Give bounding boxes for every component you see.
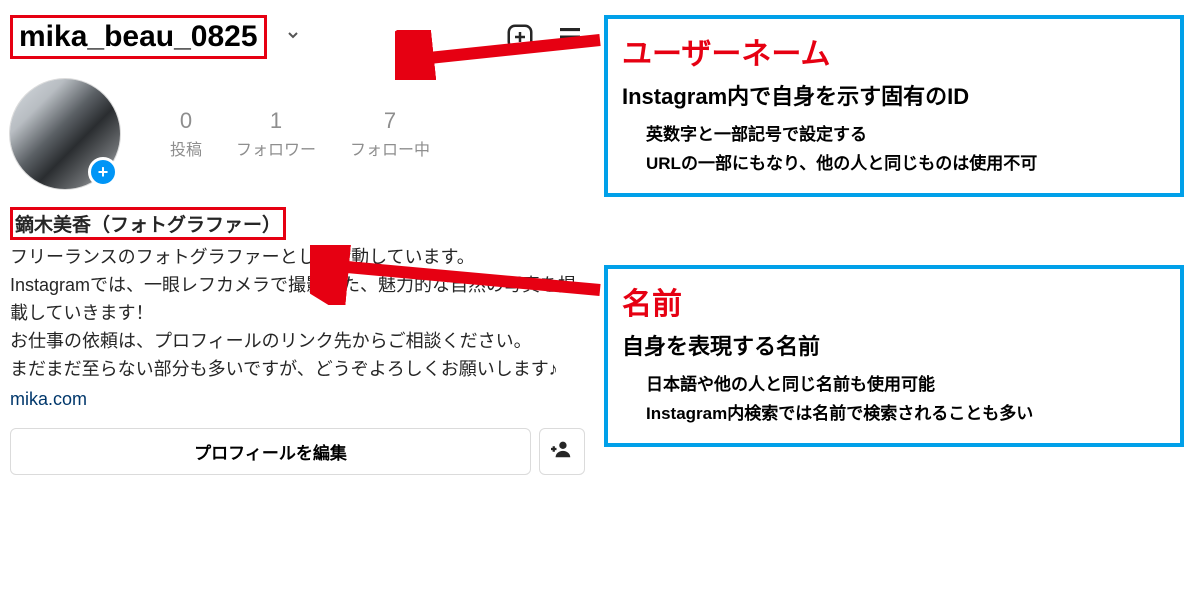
annotation-title: ユーザーネーム [622,29,1166,73]
display-name: 鏑木美香（フォトグラファー） [10,207,286,240]
annotation-note: Instagram内検索では名前で検索されることも多い [646,400,1166,429]
username-text: mika_beau_0825 [19,20,258,54]
add-person-icon [551,438,573,465]
following-label: フォロー中 [350,136,430,160]
chevron-down-icon[interactable] [285,27,301,48]
bio-line: Instagramでは、一眼レフカメラで撮影した、魅力的な自然の写真を掲載してい… [10,272,585,328]
followers-count: 1 [236,108,316,134]
profile-link[interactable]: mika.com [10,389,585,410]
annotation-note: URLの一部にもなり、他の人と同じものは使用不可 [646,150,1166,179]
bio-line: まだまだ至らない部分も多いですが、どうぞよろしくお願いします♪ [10,356,585,384]
discover-people-button[interactable] [539,428,585,475]
followers-stat[interactable]: 1 フォロワー [236,108,316,160]
posts-stat[interactable]: 0 投稿 [170,108,202,160]
action-buttons: プロフィールを編集 [10,428,585,475]
create-post-icon[interactable] [505,22,535,52]
add-story-icon[interactable]: + [88,157,118,187]
profile-header: mika_beau_0825 [10,15,585,59]
display-name-text: 鏑木美香（フォトグラファー） [15,215,281,236]
followers-label: フォロワー [236,136,316,160]
stats: 0 投稿 1 フォロワー 7 フォロー中 [170,108,430,160]
bio-line: フリーランスのフォトグラファーとして活動しています。 [10,244,585,272]
bio: フリーランスのフォトグラファーとして活動しています。 Instagramでは、一… [10,244,585,383]
stats-row: + 0 投稿 1 フォロワー 7 フォロー中 [10,79,585,189]
annotation-title: 名前 [622,279,1166,323]
edit-profile-button[interactable]: プロフィールを編集 [10,428,531,475]
annotation-subtitle: 自身を表現する名前 [622,329,1166,361]
following-stat[interactable]: 7 フォロー中 [350,108,430,160]
annotation-name: 名前 自身を表現する名前 日本語や他の人と同じ名前も使用可能 Instagram… [604,265,1184,447]
hamburger-menu-icon[interactable] [555,22,585,52]
annotation-subtitle: Instagram内で自身を示す固有のID [622,79,1166,111]
annotation-note: 日本語や他の人と同じ名前も使用可能 [646,371,1166,400]
profile-panel: mika_beau_0825 [10,15,585,475]
following-count: 7 [350,108,430,134]
posts-count: 0 [170,108,202,134]
annotation-username: ユーザーネーム Instagram内で自身を示す固有のID 英数字と一部記号で設… [604,15,1184,197]
posts-label: 投稿 [170,136,202,160]
username-display[interactable]: mika_beau_0825 [10,15,267,59]
avatar-container[interactable]: + [10,79,120,189]
bio-line: お仕事の依頼は、プロフィールのリンク先からご相談ください。 [10,328,585,356]
annotation-note: 英数字と一部記号で設定する [646,121,1166,150]
